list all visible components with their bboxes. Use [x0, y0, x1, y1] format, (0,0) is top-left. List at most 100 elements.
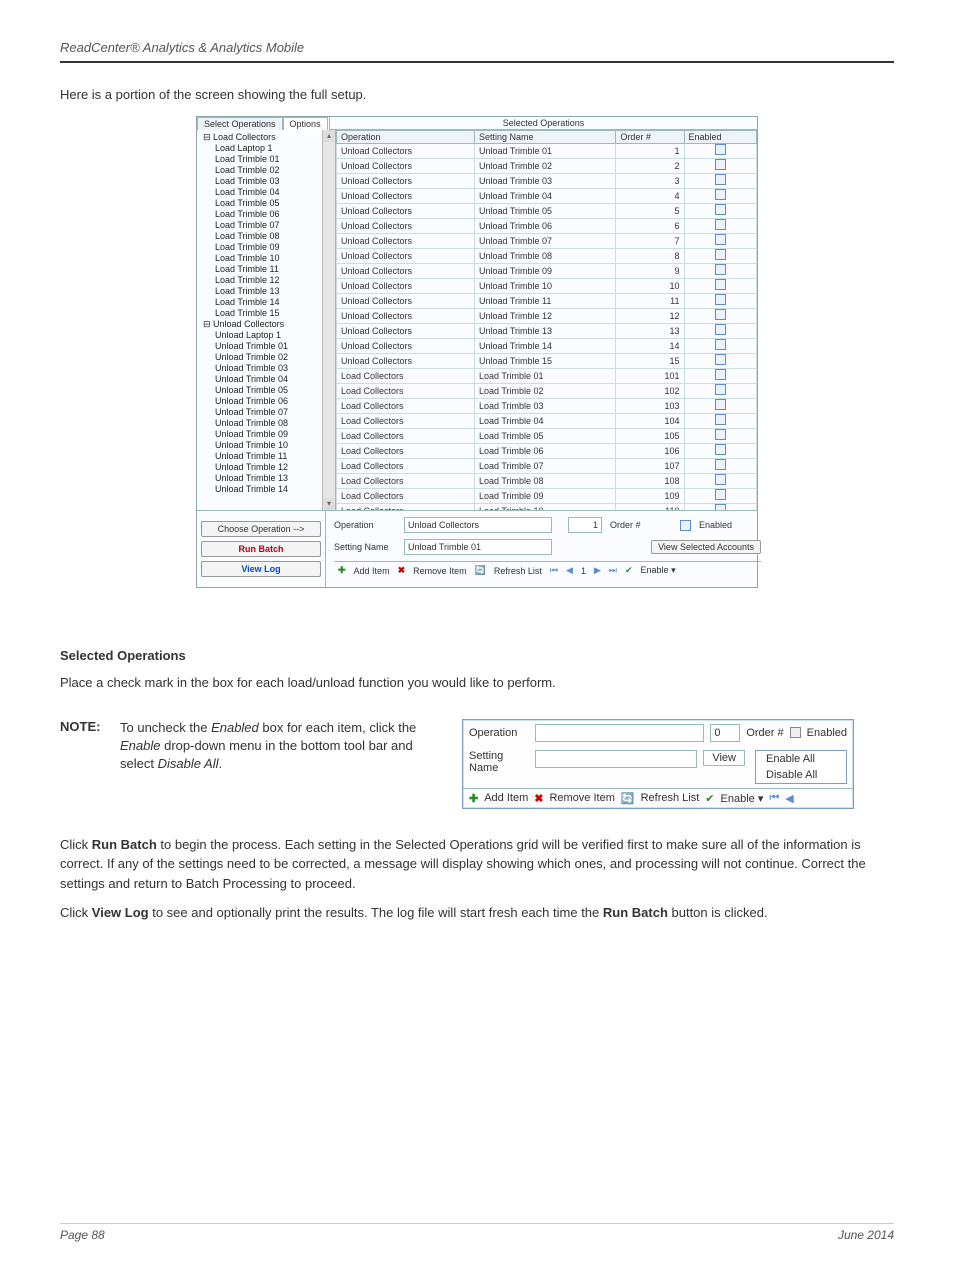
- form-order-input[interactable]: 1: [568, 517, 602, 533]
- tab-select-operations[interactable]: Select Operations: [197, 117, 283, 130]
- table-row[interactable]: Unload CollectorsUnload Trimble 066: [337, 219, 757, 234]
- tree-item[interactable]: Unload Trimble 09: [203, 429, 335, 440]
- table-row[interactable]: Load CollectorsLoad Trimble 09109: [337, 489, 757, 504]
- table-row[interactable]: Unload CollectorsUnload Trimble 044: [337, 189, 757, 204]
- tree-item[interactable]: Load Trimble 15: [203, 308, 335, 319]
- tab-options[interactable]: Options: [283, 117, 328, 130]
- table-row[interactable]: Load CollectorsLoad Trimble 06106: [337, 444, 757, 459]
- tree-item[interactable]: Load Trimble 06: [203, 209, 335, 220]
- tree-item[interactable]: Load Trimble 10: [203, 253, 335, 264]
- tree-item[interactable]: Unload Trimble 14: [203, 484, 335, 495]
- table-row[interactable]: Unload CollectorsUnload Trimble 1313: [337, 324, 757, 339]
- form-operation-input[interactable]: Unload Collectors: [404, 517, 552, 533]
- tree-item[interactable]: Unload Trimble 03: [203, 363, 335, 374]
- table-row[interactable]: Load CollectorsLoad Trimble 10110: [337, 504, 757, 511]
- enabled-checkbox[interactable]: [715, 249, 726, 260]
- refresh-list-button[interactable]: Refresh List: [494, 566, 542, 576]
- form-setting-input[interactable]: Unload Trimble 01: [404, 539, 552, 555]
- tree-item[interactable]: Load Trimble 13: [203, 286, 335, 297]
- s2-order-input[interactable]: 0: [710, 724, 740, 742]
- tree-item[interactable]: Load Trimble 05: [203, 198, 335, 209]
- tree-item[interactable]: Unload Trimble 08: [203, 418, 335, 429]
- enabled-checkbox[interactable]: [715, 174, 726, 185]
- tree-item[interactable]: Unload Trimble 06: [203, 396, 335, 407]
- table-row[interactable]: Unload CollectorsUnload Trimble 033: [337, 174, 757, 189]
- enable-dropdown[interactable]: Enable ▾: [641, 565, 676, 576]
- add-item-button[interactable]: Add Item: [354, 566, 390, 576]
- nav-first-icon[interactable]: ⏮: [550, 565, 558, 576]
- table-row[interactable]: Unload CollectorsUnload Trimble 1010: [337, 279, 757, 294]
- enabled-checkbox[interactable]: [715, 414, 726, 425]
- choose-operation-button[interactable]: Choose Operation -->: [201, 521, 321, 537]
- tree-item[interactable]: Load Trimble 08: [203, 231, 335, 242]
- tree-item[interactable]: Unload Trimble 13: [203, 473, 335, 484]
- enabled-checkbox[interactable]: [715, 144, 726, 155]
- table-row[interactable]: Unload CollectorsUnload Trimble 055: [337, 204, 757, 219]
- run-batch-button[interactable]: Run Batch: [201, 541, 321, 557]
- selected-operations-table[interactable]: Operation Setting Name Order # Enabled U…: [336, 130, 757, 510]
- table-row[interactable]: Load CollectorsLoad Trimble 07107: [337, 459, 757, 474]
- s2-remove-item-button[interactable]: Remove Item: [549, 792, 614, 804]
- s2-operation-input[interactable]: [535, 724, 704, 742]
- table-row[interactable]: Load CollectorsLoad Trimble 02102: [337, 384, 757, 399]
- tree-item[interactable]: Load Trimble 01: [203, 154, 335, 165]
- table-row[interactable]: Unload CollectorsUnload Trimble 1212: [337, 309, 757, 324]
- enabled-checkbox[interactable]: [715, 189, 726, 200]
- s2-add-item-button[interactable]: Add Item: [484, 792, 528, 804]
- tree-item[interactable]: Unload Laptop 1: [203, 330, 335, 341]
- tree-item[interactable]: Unload Trimble 05: [203, 385, 335, 396]
- enabled-checkbox[interactable]: [715, 504, 726, 510]
- view-log-button[interactable]: View Log: [201, 561, 321, 577]
- enabled-checkbox[interactable]: [715, 429, 726, 440]
- tree-item[interactable]: Unload Trimble 10: [203, 440, 335, 451]
- enable-dropdown-menu[interactable]: Enable All Disable All: [755, 750, 847, 784]
- nav-prev-icon[interactable]: ◀: [566, 565, 573, 576]
- enabled-checkbox[interactable]: [715, 489, 726, 500]
- tree-scrollbar[interactable]: ▴ ▾: [322, 130, 335, 510]
- enabled-checkbox[interactable]: [715, 474, 726, 485]
- enabled-checkbox[interactable]: [715, 204, 726, 215]
- form-enabled-checkbox[interactable]: [680, 520, 691, 531]
- tree-item[interactable]: Load Trimble 07: [203, 220, 335, 231]
- table-row[interactable]: Unload CollectorsUnload Trimble 1515: [337, 354, 757, 369]
- table-row[interactable]: Unload CollectorsUnload Trimble 099: [337, 264, 757, 279]
- tree-item[interactable]: Unload Trimble 04: [203, 374, 335, 385]
- tree-item[interactable]: Load Trimble 04: [203, 187, 335, 198]
- nav-last-icon[interactable]: ⏭: [609, 565, 617, 576]
- tree-item[interactable]: Load Laptop 1: [203, 143, 335, 154]
- tree-item[interactable]: Load Trimble 14: [203, 297, 335, 308]
- enabled-checkbox[interactable]: [715, 279, 726, 290]
- menu-disable-all[interactable]: Disable All: [756, 767, 846, 783]
- tree-item[interactable]: Unload Trimble 02: [203, 352, 335, 363]
- table-row[interactable]: Load CollectorsLoad Trimble 04104: [337, 414, 757, 429]
- enabled-checkbox[interactable]: [715, 444, 726, 455]
- tree-item[interactable]: Load Trimble 09: [203, 242, 335, 253]
- col-enabled[interactable]: Enabled: [684, 131, 756, 144]
- table-row[interactable]: Unload CollectorsUnload Trimble 022: [337, 159, 757, 174]
- table-row[interactable]: Load CollectorsLoad Trimble 01101: [337, 369, 757, 384]
- enabled-checkbox[interactable]: [715, 219, 726, 230]
- tree-item[interactable]: Unload Trimble 07: [203, 407, 335, 418]
- nav-next-icon[interactable]: ▶: [594, 565, 601, 576]
- menu-enable-all[interactable]: Enable All: [756, 751, 846, 767]
- enabled-checkbox[interactable]: [715, 399, 726, 410]
- table-row[interactable]: Unload CollectorsUnload Trimble 1111: [337, 294, 757, 309]
- tree-root-load[interactable]: Load Collectors: [213, 132, 276, 142]
- table-row[interactable]: Load CollectorsLoad Trimble 03103: [337, 399, 757, 414]
- col-order[interactable]: Order #: [616, 131, 684, 144]
- s2-refresh-list-button[interactable]: Refresh List: [641, 792, 700, 804]
- tree-item[interactable]: Load Trimble 03: [203, 176, 335, 187]
- table-row[interactable]: Unload CollectorsUnload Trimble 077: [337, 234, 757, 249]
- enabled-checkbox[interactable]: [715, 369, 726, 380]
- enabled-checkbox[interactable]: [715, 384, 726, 395]
- tree-root-unload[interactable]: Unload Collectors: [213, 319, 284, 329]
- s2-view-button[interactable]: View: [703, 750, 745, 766]
- scroll-down-icon[interactable]: ▾: [323, 498, 335, 510]
- enabled-checkbox[interactable]: [715, 354, 726, 365]
- scroll-up-icon[interactable]: ▴: [323, 130, 335, 142]
- tree-item[interactable]: Load Trimble 11: [203, 264, 335, 275]
- s2-enabled-checkbox[interactable]: [790, 727, 801, 738]
- s2-enable-dropdown[interactable]: Enable ▾: [721, 792, 764, 805]
- remove-item-button[interactable]: Remove Item: [413, 566, 467, 576]
- table-row[interactable]: Unload CollectorsUnload Trimble 1414: [337, 339, 757, 354]
